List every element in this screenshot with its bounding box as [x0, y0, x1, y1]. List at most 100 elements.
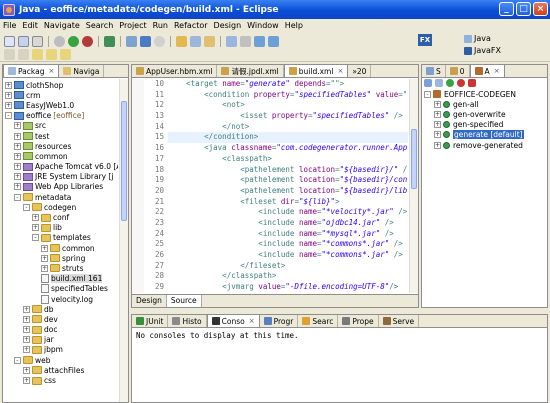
- expand-icon[interactable]: +: [23, 377, 30, 385]
- search-icon[interactable]: [435, 79, 443, 87]
- add-icon[interactable]: [254, 36, 265, 47]
- expand-icon[interactable]: +: [14, 142, 21, 150]
- debug-icon[interactable]: [54, 36, 65, 47]
- tree-item[interactable]: + db: [5, 304, 118, 314]
- outline-item[interactable]: + remove-generated: [424, 140, 545, 150]
- remove-all-icon[interactable]: [468, 79, 476, 87]
- remove-icon[interactable]: [457, 79, 465, 87]
- expand-icon[interactable]: +: [434, 100, 441, 108]
- editor-scrollbar[interactable]: [409, 79, 418, 293]
- code-line[interactable]: <include name="ojdbc14.jar" />: [168, 218, 408, 229]
- code-line[interactable]: <include name="*mysql*.jar" />: [168, 229, 408, 240]
- annotation-icon[interactable]: [240, 36, 251, 47]
- close-icon[interactable]: ×: [249, 317, 255, 325]
- menu-search[interactable]: Search: [86, 21, 113, 30]
- tree-item[interactable]: + JRE System Library [j: [5, 172, 118, 182]
- tab-navigator[interactable]: Naviga: [59, 65, 105, 77]
- collapse-icon[interactable]: -: [424, 90, 431, 98]
- collapse-icon[interactable]: -: [5, 112, 12, 120]
- tree-item[interactable]: velocity.log: [5, 294, 118, 304]
- code-line[interactable]: <include name="*commons*.jar" />: [168, 250, 408, 261]
- expand-icon[interactable]: +: [41, 264, 48, 272]
- code-line[interactable]: <isset property="specifiedTables" />: [168, 111, 408, 122]
- tree-item[interactable]: + common: [5, 151, 118, 161]
- expand-icon[interactable]: +: [32, 214, 39, 222]
- tree-item[interactable]: - metadata: [5, 192, 118, 202]
- perspective-javafx[interactable]: JavaFX: [464, 46, 501, 55]
- tree-item[interactable]: + jbpm: [5, 345, 118, 355]
- expand-icon[interactable]: +: [5, 91, 12, 99]
- expand-icon[interactable]: +: [434, 141, 441, 149]
- last-edit-icon[interactable]: [32, 49, 43, 60]
- explorer-scrollbar[interactable]: [119, 79, 128, 402]
- tree-item[interactable]: + EasyJWeb1.0: [5, 100, 118, 110]
- tree-item[interactable]: + src: [5, 121, 118, 131]
- menu-navigate[interactable]: Navigate: [44, 21, 80, 30]
- tree-item[interactable]: - web: [5, 355, 118, 365]
- search-icon[interactable]: [190, 36, 201, 47]
- expand-icon[interactable]: +: [23, 336, 30, 344]
- expand-icon[interactable]: +: [14, 152, 21, 160]
- new-java-project-icon[interactable]: [104, 36, 115, 47]
- tab-package-explorer[interactable]: Packag ×: [3, 64, 60, 77]
- menu-run[interactable]: Run: [153, 21, 168, 30]
- run-icon[interactable]: [446, 79, 454, 87]
- expand-icon[interactable]: +: [23, 366, 30, 374]
- code-line[interactable]: <target name="generate" depends="">: [168, 79, 408, 90]
- tree-item[interactable]: + jar: [5, 335, 118, 345]
- code-line[interactable]: </condition>: [168, 132, 408, 144]
- expand-icon[interactable]: +: [5, 81, 12, 89]
- expand-icon[interactable]: +: [434, 110, 441, 118]
- tree-item[interactable]: build.xml 161: [5, 274, 118, 284]
- tree-item[interactable]: + resources: [5, 141, 118, 151]
- tab-ant[interactable]: A ×: [469, 64, 505, 77]
- next-annotation-icon[interactable]: [4, 49, 15, 60]
- expand-icon[interactable]: +: [14, 183, 21, 191]
- expand-icon[interactable]: +: [23, 305, 30, 313]
- code-text[interactable]: <target name="generate" depends=""> <con…: [168, 79, 408, 293]
- code-line[interactable]: <jvmarg value="-Dfile.encoding=UTF-8"/>: [168, 282, 408, 293]
- code-line[interactable]: <pathelement location="${basedir}/con: [168, 175, 408, 186]
- tab-0[interactable]: 0: [446, 65, 470, 77]
- outline-item[interactable]: - EOFFICE-CODEGEN: [424, 89, 545, 99]
- code-line[interactable]: <include name="*velocity*.jar" />: [168, 207, 408, 218]
- print-icon[interactable]: [32, 36, 43, 47]
- code-line[interactable]: </fileset>: [168, 261, 408, 272]
- tree-item[interactable]: - eoffice [eoffice]: [5, 111, 118, 121]
- outline-item[interactable]: + gen-specified: [424, 120, 545, 130]
- save-icon[interactable]: [18, 36, 29, 47]
- external-tools-icon[interactable]: [82, 36, 93, 47]
- editor-tab[interactable]: build.xml ×: [283, 64, 349, 77]
- tree-item[interactable]: + crm: [5, 90, 118, 100]
- code-line[interactable]: <condition property="specifiedTables" va…: [168, 90, 408, 101]
- expand-icon[interactable]: +: [23, 326, 30, 334]
- tree-item[interactable]: + css: [5, 375, 118, 385]
- menu-file[interactable]: File: [3, 21, 16, 30]
- expand-icon[interactable]: +: [14, 163, 21, 171]
- expand-icon[interactable]: +: [14, 173, 21, 181]
- console-tab[interactable]: Serve: [379, 315, 420, 327]
- forward-icon[interactable]: [60, 49, 71, 60]
- tab-overflow[interactable]: »20: [348, 65, 372, 77]
- console-tab[interactable]: Progr: [260, 315, 299, 327]
- code-line[interactable]: <include name="*commons*.jar" />: [168, 239, 408, 250]
- expand-icon[interactable]: +: [41, 254, 48, 262]
- expand-icon[interactable]: +: [14, 132, 21, 140]
- console-tab[interactable]: Prope: [338, 315, 379, 327]
- console-tab[interactable]: Conso ×: [206, 314, 260, 327]
- code-line[interactable]: <not>: [168, 100, 408, 111]
- code-line[interactable]: <java classname="com.codegenerator.runne…: [168, 143, 408, 154]
- close-button[interactable]: ×: [533, 2, 548, 16]
- menu-edit[interactable]: Edit: [22, 21, 38, 30]
- expand-icon[interactable]: +: [41, 244, 48, 252]
- menu-window[interactable]: Window: [247, 21, 279, 30]
- new-icon[interactable]: [4, 36, 15, 47]
- outline-item[interactable]: + gen-all: [424, 99, 545, 109]
- tree-item[interactable]: - codegen: [5, 202, 118, 212]
- back-icon[interactable]: [46, 49, 57, 60]
- collapse-icon[interactable]: -: [23, 203, 30, 211]
- tree-item[interactable]: + conf: [5, 212, 118, 222]
- code-line[interactable]: </not>: [168, 122, 408, 133]
- tree-item[interactable]: + common: [5, 243, 118, 253]
- expand-icon[interactable]: +: [23, 346, 30, 354]
